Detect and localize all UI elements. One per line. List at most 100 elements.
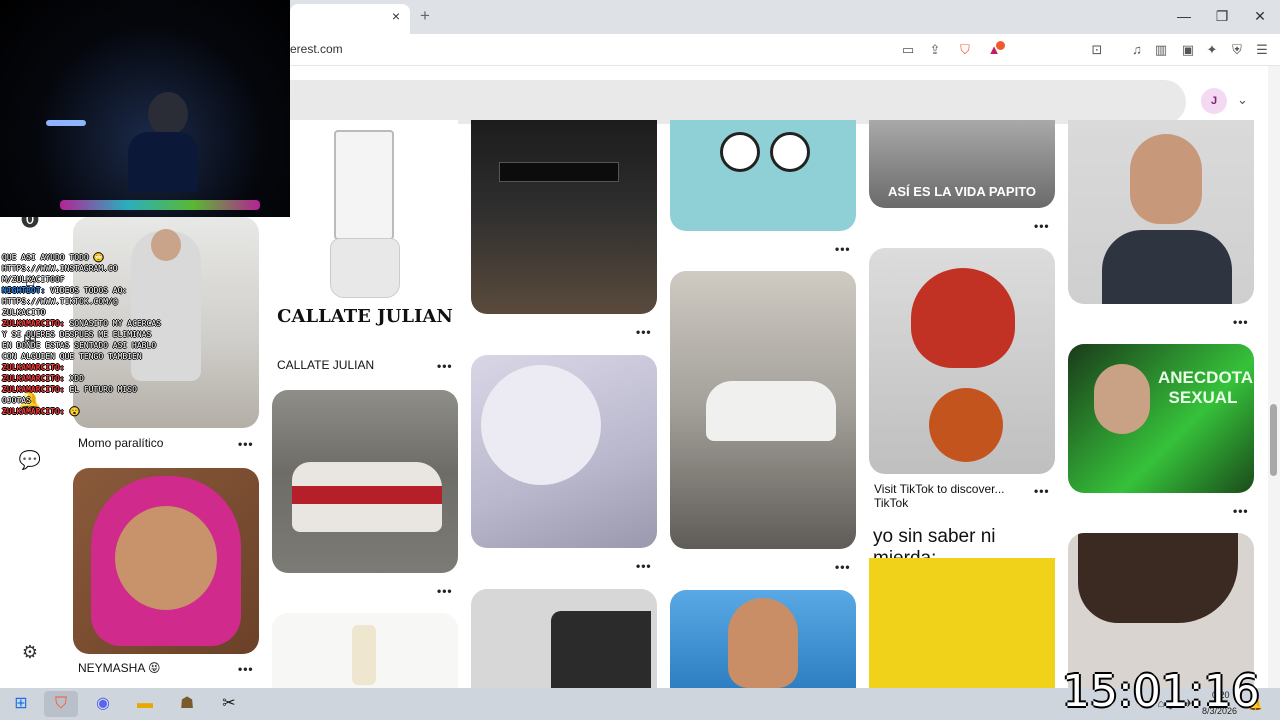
search-input[interactable] <box>290 80 1186 124</box>
pin-image[interactable] <box>272 390 458 573</box>
pin-caption: ANECDOTA SEXUAL <box>1158 368 1254 407</box>
hair <box>1078 533 1238 623</box>
chat-user: ZULKAMARCITO: <box>2 385 65 394</box>
pin-title[interactable]: Visit TikTok to discover... <box>874 482 1005 496</box>
cat-face <box>481 365 601 485</box>
app-icon[interactable]: ☗ <box>170 691 204 717</box>
wallet-icon[interactable]: ▣ <box>1180 42 1196 58</box>
chat-message: ZULKAMARCITO: 😮 <box>2 406 162 417</box>
new-tab-button[interactable]: + <box>420 7 436 25</box>
face <box>728 598 798 688</box>
share-icon[interactable]: ⇪ <box>927 42 943 58</box>
address-bar[interactable]: erest.com <box>290 42 343 56</box>
pin-caption: ASÍ ES LA VIDA PAPITO <box>887 184 1037 199</box>
pin-image[interactable]: yo sin saber ni mierda: <box>869 524 1055 688</box>
chat-user: ZULKAMARCITO: <box>2 374 65 383</box>
chat-message: ZULKAMARCITO: <box>2 362 162 373</box>
leo-ai-icon[interactable]: ✦ <box>1204 42 1220 58</box>
more-options-icon[interactable]: ••• <box>437 359 453 373</box>
face <box>1094 364 1150 434</box>
car-stripe <box>292 486 442 504</box>
chat-message: ZULKAMARCITO: SONASITO MY ACERCAS Y SI Q… <box>2 318 162 362</box>
file-explorer-icon[interactable]: ▬ <box>128 691 162 717</box>
pin-image[interactable] <box>471 589 657 688</box>
chevron-down-icon[interactable]: ⌄ <box>1237 92 1248 108</box>
more-options-icon[interactable]: ••• <box>636 325 652 339</box>
chat-text: XDD <box>69 374 84 383</box>
meme-face <box>869 558 1055 688</box>
minimize-icon[interactable]: — <box>1172 6 1196 26</box>
messages-icon[interactable]: 💬 <box>18 448 42 472</box>
pin-image[interactable] <box>272 613 458 688</box>
more-options-icon[interactable]: ••• <box>1233 315 1249 329</box>
more-options-icon[interactable]: ••• <box>1034 219 1050 233</box>
pin-subtitle: TikTok <box>874 496 909 510</box>
pin-image[interactable] <box>670 120 856 231</box>
chat-user: ZULKAMARCITO: <box>2 407 65 416</box>
pin-image[interactable] <box>670 590 856 688</box>
shirt <box>1102 230 1232 304</box>
pin-image[interactable] <box>869 248 1055 474</box>
chat-text: QUE ASI AYUDO TODO 🙄 HTTPS://WWW.INSTAGR… <box>2 253 118 284</box>
stream-chat-overlay: QUE ASI AYUDO TODO 🙄 HTTPS://WWW.INSTAGR… <box>2 252 162 417</box>
scrollbar[interactable] <box>1268 66 1280 688</box>
face <box>115 506 217 610</box>
white-car <box>706 381 836 441</box>
pin-image[interactable] <box>670 271 856 549</box>
pin-image[interactable] <box>471 120 657 314</box>
more-options-icon[interactable]: ••• <box>835 242 851 256</box>
more-options-icon[interactable]: ••• <box>1034 484 1050 498</box>
blender-base <box>330 238 400 298</box>
chat-user: ZULKAMARCITO: <box>2 363 65 372</box>
object <box>551 611 651 688</box>
media-icon[interactable]: ♫ <box>1129 42 1145 58</box>
webcam-overlay <box>0 0 290 217</box>
cast-icon[interactable]: ▭ <box>900 42 916 58</box>
object <box>352 625 376 685</box>
restore-icon[interactable]: ❐ <box>1210 6 1234 26</box>
blender-jar <box>334 130 394 240</box>
basketball <box>929 388 1003 462</box>
pin-image[interactable] <box>1068 120 1254 304</box>
pin-image[interactable]: ANECDOTA SEXUAL <box>1068 344 1254 493</box>
face <box>1130 134 1202 224</box>
sidebar-icon[interactable]: ▥ <box>1153 42 1169 58</box>
brave-shields-icon[interactable]: ⛉ <box>957 42 973 58</box>
chat-message: ZULKAMARCITO: XDD <box>2 373 162 384</box>
brave-browser-icon[interactable]: ⛉ <box>44 691 78 717</box>
windows-start-icon[interactable]: ⊞ <box>4 691 38 717</box>
menu-icon[interactable]: ☰ <box>1254 42 1270 58</box>
pin-caption: CALLATE JULIAN <box>277 306 453 327</box>
avatar[interactable]: J <box>1201 88 1227 114</box>
settings-gear-icon[interactable]: ⚙ <box>18 640 42 664</box>
rewards-badge <box>996 41 1005 50</box>
gumball-eye <box>770 132 810 172</box>
led-light <box>46 120 86 126</box>
chat-message: ZULKAMARCITO: EL FUTURO MISO OJOTAS <box>2 384 162 406</box>
pin-image[interactable] <box>1068 533 1254 688</box>
streamer-body <box>128 132 198 192</box>
close-tab-icon[interactable]: × <box>388 8 404 24</box>
discord-icon[interactable]: ◉ <box>86 691 120 717</box>
vpn-icon[interactable]: ⛨ <box>1229 42 1245 58</box>
pin-image[interactable] <box>73 468 259 654</box>
more-options-icon[interactable]: ••• <box>835 560 851 574</box>
more-options-icon[interactable]: ••• <box>238 437 254 451</box>
pin-image[interactable]: ASÍ ES LA VIDA PAPITO <box>869 120 1055 208</box>
capcut-icon[interactable]: ✂ <box>212 691 246 717</box>
close-window-icon[interactable]: ✕ <box>1248 6 1272 26</box>
chat-user: NIGHTBOT: <box>2 286 46 295</box>
more-options-icon[interactable]: ••• <box>437 584 453 598</box>
more-options-icon[interactable]: ••• <box>238 662 254 676</box>
pin-title[interactable]: NEYMASHA 😝 <box>78 661 161 675</box>
overlay-clock: 15:01:16 <box>1062 666 1260 717</box>
pin-image[interactable] <box>471 355 657 548</box>
scrollbar-thumb[interactable] <box>1270 404 1277 476</box>
pin-title[interactable]: CALLATE JULIAN <box>277 358 374 372</box>
pin-title[interactable]: Momo paralítico <box>78 436 163 450</box>
car-grille <box>499 162 619 182</box>
reader-mode-icon[interactable]: ⊡ <box>1089 42 1105 58</box>
more-options-icon[interactable]: ••• <box>636 559 652 573</box>
pin-image[interactable]: CALLATE JULIAN <box>272 120 458 350</box>
more-options-icon[interactable]: ••• <box>1233 504 1249 518</box>
